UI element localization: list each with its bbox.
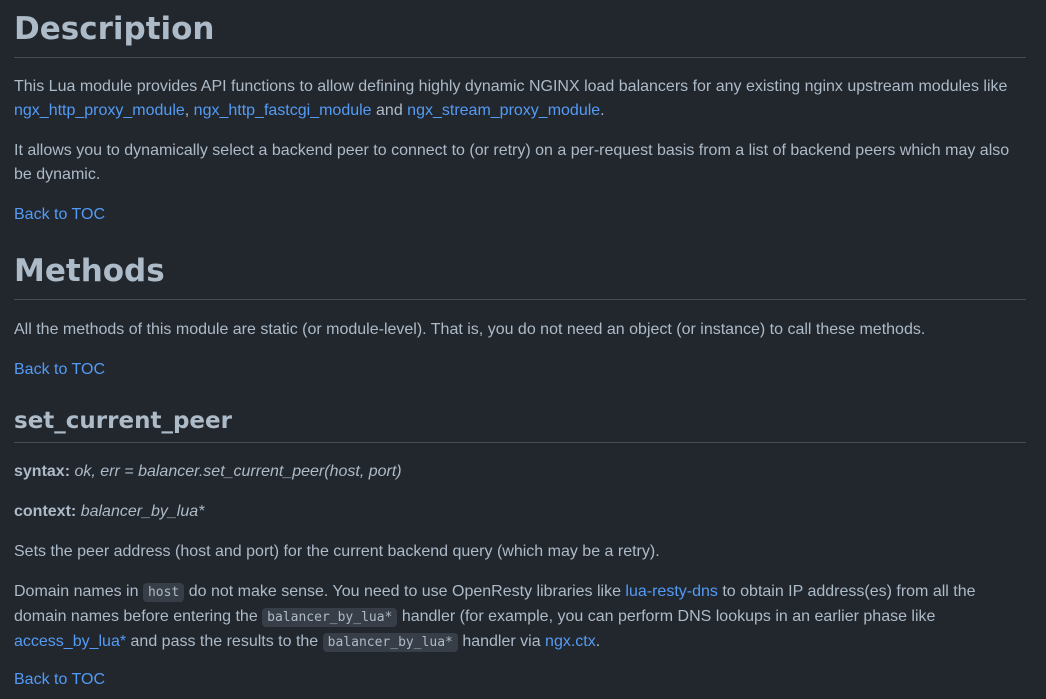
methods-paragraph: All the methods of this module are stati… [14,321,926,338]
inline-code-balancer-by-lua: balancer_by_lua* [322,633,458,652]
description-paragraph-1: This Lua module provides API functions t… [14,75,1026,123]
text-segment: handler via [457,633,546,650]
back-to-toc-link[interactable]: Back to TOC [14,203,105,227]
link-ngx-http-fastcgi-module[interactable]: ngx_http_fastcgi_module [194,102,372,119]
text-segment: and [371,102,408,119]
back-to-toc-link[interactable]: Back to TOC [14,668,105,692]
text-segment: . [600,102,605,119]
syntax-value: ok, err = balancer.set_current_peer(host… [74,463,402,480]
link-lua-resty-dns[interactable]: lua-resty-dns [625,583,717,600]
methods-heading: Methods [14,251,1026,300]
text-segment: Domain names in [14,583,143,600]
set-current-peer-paragraph-1: Sets the peer address (host and port) fo… [14,543,660,560]
back-to-toc-link[interactable]: Back to TOC [14,358,105,382]
text-segment: . [595,633,601,650]
context-label: context: [14,503,77,520]
description-paragraph-2: It allows you to dynamically select a ba… [14,142,1010,183]
set-current-peer-paragraph-2: Domain names in host do not make sense. … [14,580,1026,655]
text-segment: do not make sense. You need to use OpenR… [184,583,626,600]
syntax-label: syntax: [14,463,71,480]
text-segment: , [184,102,194,119]
context-value: balancer_by_lua* [80,503,205,520]
inline-code-balancer-by-lua: balancer_by_lua* [262,608,398,627]
link-ngx-http-proxy-module[interactable]: ngx_http_proxy_module [14,102,185,119]
set-current-peer-heading: set_current_peer [14,406,1026,443]
context-line: context: balancer_by_lua* [14,500,204,524]
inline-code-host: host [142,583,185,602]
syntax-line: syntax: ok, err = balancer.set_current_p… [14,460,402,484]
link-ngx-stream-proxy-module[interactable]: ngx_stream_proxy_module [407,102,600,119]
text-segment: handler (for example, you can perform DN… [397,608,936,625]
link-access-by-lua[interactable]: access_by_lua* [14,633,126,650]
text-segment: This Lua module provides API functions t… [14,78,1008,95]
link-ngx-ctx[interactable]: ngx.ctx [545,633,596,650]
description-heading: Description [14,9,1026,58]
text-segment: and pass the results to the [126,633,323,650]
